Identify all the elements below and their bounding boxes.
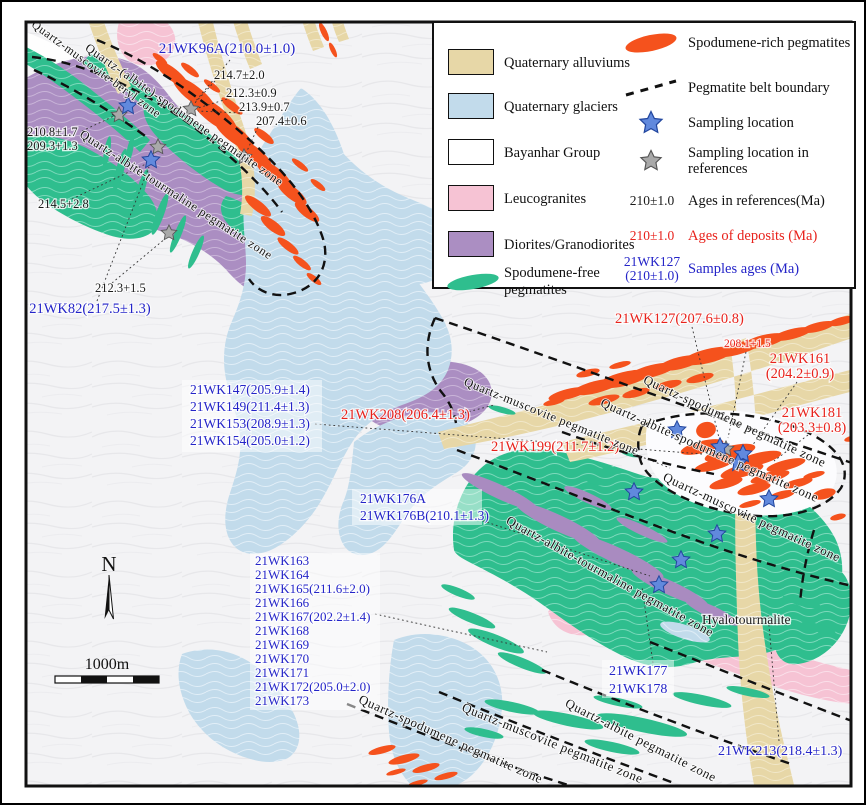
map-legend: Quaternary alluviums Quaternary glaciers… bbox=[432, 21, 856, 289]
age-label: 21WK181 bbox=[782, 405, 842, 421]
age-label: 21WK127(207.6±0.8) bbox=[615, 311, 744, 327]
age-label: 21WK161 bbox=[770, 351, 830, 367]
age-label: (203.3±0.8) bbox=[778, 420, 847, 436]
age-label: 210.8±1.7 bbox=[27, 125, 78, 139]
sampling-location-star-icon bbox=[622, 109, 680, 135]
age-label: 21WK149(211.4±1.3) bbox=[190, 399, 309, 414]
age-label: 21WK167(202.2±1.4) bbox=[255, 609, 370, 624]
age-label: 21WK147(205.9±1.4) bbox=[190, 382, 310, 397]
legend-label-glacier: Quaternary glaciers bbox=[504, 99, 618, 116]
age-label: 213.9±0.7 bbox=[239, 100, 290, 114]
reference-sampling-star-icon bbox=[622, 147, 680, 173]
age-label: 214.5+2.8 bbox=[38, 197, 89, 211]
age-label: 21WK176A bbox=[360, 491, 426, 506]
age-label: 212.3+1.5 bbox=[95, 281, 146, 295]
age-label: 21WK163 bbox=[255, 553, 309, 568]
spodumene-rich-lens-icon bbox=[622, 31, 680, 55]
legend-label-belt-boundary: Pegmatite belt boundary bbox=[688, 80, 858, 96]
age-label: (204.2±0.9) bbox=[766, 366, 835, 382]
age-label: 21WK176B(210.1±1.3) bbox=[360, 508, 489, 523]
legend-label-leucogranite: Leucogranites bbox=[504, 191, 586, 208]
north-label: N bbox=[101, 552, 116, 576]
age-label: 21WK170 bbox=[255, 651, 309, 666]
age-label: 214.7±2.0 bbox=[214, 68, 265, 82]
legend-swatch-glacier bbox=[448, 93, 494, 119]
age-label: 21WK164 bbox=[255, 567, 310, 582]
pegmatite-belt-boundary-icon bbox=[622, 75, 680, 101]
legend-swatch-leucogranite bbox=[448, 185, 494, 211]
spodumene-rich-pegmatite-lens bbox=[851, 457, 866, 467]
legend-label-age-deposit: Ages of deposits (Ma) bbox=[688, 228, 858, 244]
age-label: 21WK213(218.4±1.3) bbox=[718, 744, 843, 759]
age-label: 21WK96A(210.0±1.0) bbox=[159, 41, 296, 57]
scale-label: 1000m bbox=[85, 656, 130, 673]
legend-label-age-reference: Ages in references(Ma) bbox=[688, 193, 858, 209]
legend-label-bayanhar: Bayanhar Group bbox=[504, 145, 600, 162]
age-label: 21WK168 bbox=[255, 623, 309, 638]
age-label: 21WK165(211.6±2.0) bbox=[255, 581, 370, 596]
legend-label-sampling: Sampling location bbox=[688, 115, 858, 131]
age-label: 21WK166 bbox=[255, 595, 310, 610]
age-label: 21WK153(208.9±1.3) bbox=[190, 416, 310, 431]
legend-label-spodumene-rich: Spodumene-rich pegmatites bbox=[688, 35, 858, 51]
spodumene-free-lens-icon bbox=[444, 269, 502, 295]
age-label: 21WK173 bbox=[255, 693, 309, 708]
age-label: 21WK171 bbox=[255, 665, 309, 680]
age-label: 21WK178 bbox=[609, 682, 667, 697]
geological-map-figure: 21WK96A(210.0±1.0) 21WK82(217.5±1.3) 21WK1… bbox=[0, 0, 866, 805]
legend-key-sample-age: (210±1.0) bbox=[614, 268, 690, 284]
age-label: 209.3+1.3 bbox=[27, 139, 78, 153]
age-label: 207.4±0.6 bbox=[256, 114, 307, 128]
age-label: 21WK177 bbox=[609, 664, 667, 679]
legend-label-alluvium: Quaternary alluviums bbox=[504, 55, 630, 72]
legend-label-sample-ages: Samples ages (Ma) bbox=[688, 261, 858, 277]
legend-key-age-reference: 210±1.0 bbox=[614, 193, 690, 209]
legend-label-sampling-ref: Sampling location in references bbox=[688, 145, 848, 177]
legend-swatch-bayanhar bbox=[448, 139, 494, 165]
age-label: 208.1+1.5 bbox=[724, 338, 771, 350]
legend-label-spodumene-free: Spodumene-free pegmatites bbox=[504, 265, 624, 299]
age-label: 212.3±0.9 bbox=[226, 86, 277, 100]
legend-key-age-deposit: 210±1.0 bbox=[614, 228, 690, 244]
age-label: 21WK154(205.0±1.2) bbox=[190, 433, 310, 448]
age-label: 21WK172(205.0±2.0) bbox=[255, 679, 370, 694]
legend-swatch-diorite bbox=[448, 231, 494, 257]
age-label: 21WK82(217.5±1.3) bbox=[29, 301, 151, 317]
age-label: 21WK208(206.4±1.3) bbox=[341, 407, 470, 423]
age-label: 21WK169 bbox=[255, 637, 309, 652]
legend-swatch-alluvium bbox=[448, 49, 494, 75]
